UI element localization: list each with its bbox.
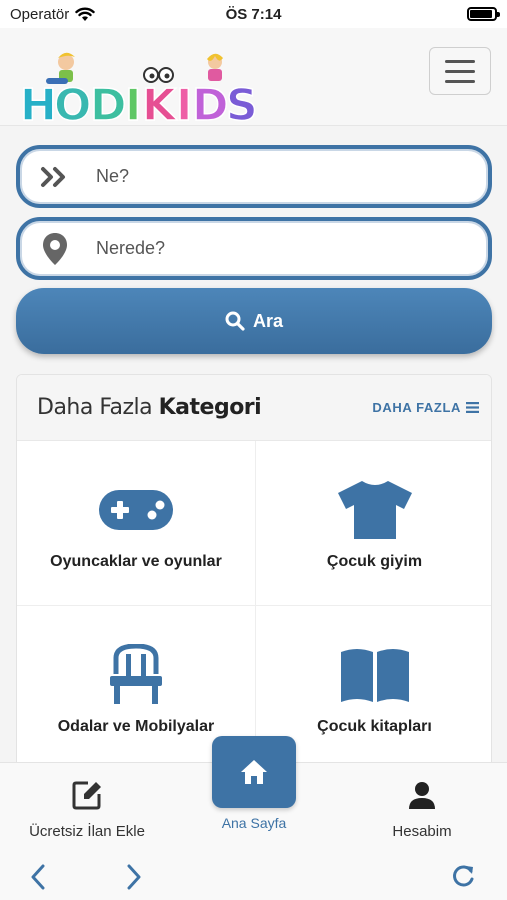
book-open-icon (339, 644, 411, 706)
category-toys[interactable]: Oyuncaklar ve oyunlar (17, 441, 256, 606)
chair-icon (108, 644, 164, 706)
status-bar: Operatör ÖS 7:14 (0, 0, 507, 28)
app-header: H O D I K I D S (0, 28, 507, 126)
svg-text:I: I (176, 80, 192, 124)
svg-text:D: D (90, 80, 127, 124)
category-grid: Oyuncaklar ve oyunlar Çocuk giyim Odalar… (17, 441, 491, 771)
gamepad-icon (97, 479, 175, 541)
edit-icon (72, 779, 102, 811)
category-card: Daha Fazla Kategori DAHA FAZLA Oyuncakla… (16, 374, 492, 774)
double-chevron-right-icon (38, 166, 72, 188)
search-button[interactable]: Ara (16, 288, 492, 354)
list-icon (466, 402, 479, 413)
wifi-icon (75, 7, 95, 21)
hamburger-icon (445, 59, 475, 63)
tshirt-icon (336, 479, 414, 541)
svg-text:O: O (54, 80, 91, 124)
search-button-label: Ara (252, 310, 283, 331)
home-button[interactable] (212, 736, 296, 808)
what-input[interactable]: Ne? (16, 145, 492, 208)
svg-text:S: S (226, 80, 258, 124)
account-button[interactable]: Hesabim (372, 779, 472, 840)
svg-text:K: K (142, 80, 178, 124)
user-icon (408, 779, 436, 811)
status-left: Operatör (10, 6, 95, 23)
hodikids-logo[interactable]: H O D I K I D S (18, 48, 263, 124)
add-listing-label: Ücretsiz İlan Ekle (29, 823, 145, 840)
what-placeholder: Ne? (96, 166, 130, 186)
category-header: Daha Fazla Kategori DAHA FAZLA (17, 375, 491, 441)
svg-text:H: H (20, 80, 57, 124)
back-arrow-icon[interactable] (28, 863, 48, 891)
map-marker-icon (38, 232, 72, 266)
home-icon (241, 760, 267, 784)
more-categories-link[interactable]: DAHA FAZLA (372, 400, 479, 415)
svg-text:I: I (125, 80, 141, 124)
forward-arrow-icon[interactable] (124, 863, 144, 891)
home-label: Ana Sayfa (221, 815, 287, 831)
battery-icon (467, 7, 500, 21)
svg-text:D: D (192, 80, 229, 124)
where-placeholder: Nerede? (96, 238, 166, 258)
category-title: Daha Fazla Kategori (37, 395, 262, 420)
where-input[interactable]: Nerede? (16, 217, 492, 280)
carrier-label: Operatör (10, 5, 70, 23)
account-label: Hesabim (392, 823, 452, 840)
status-time: ÖS 7:14 (225, 5, 282, 23)
reload-icon[interactable] (450, 864, 476, 890)
search-icon (225, 311, 245, 331)
category-clothing[interactable]: Çocuk giyim (256, 441, 491, 606)
add-listing-button[interactable]: Ücretsiz İlan Ekle (22, 779, 152, 840)
menu-button[interactable] (429, 47, 491, 95)
